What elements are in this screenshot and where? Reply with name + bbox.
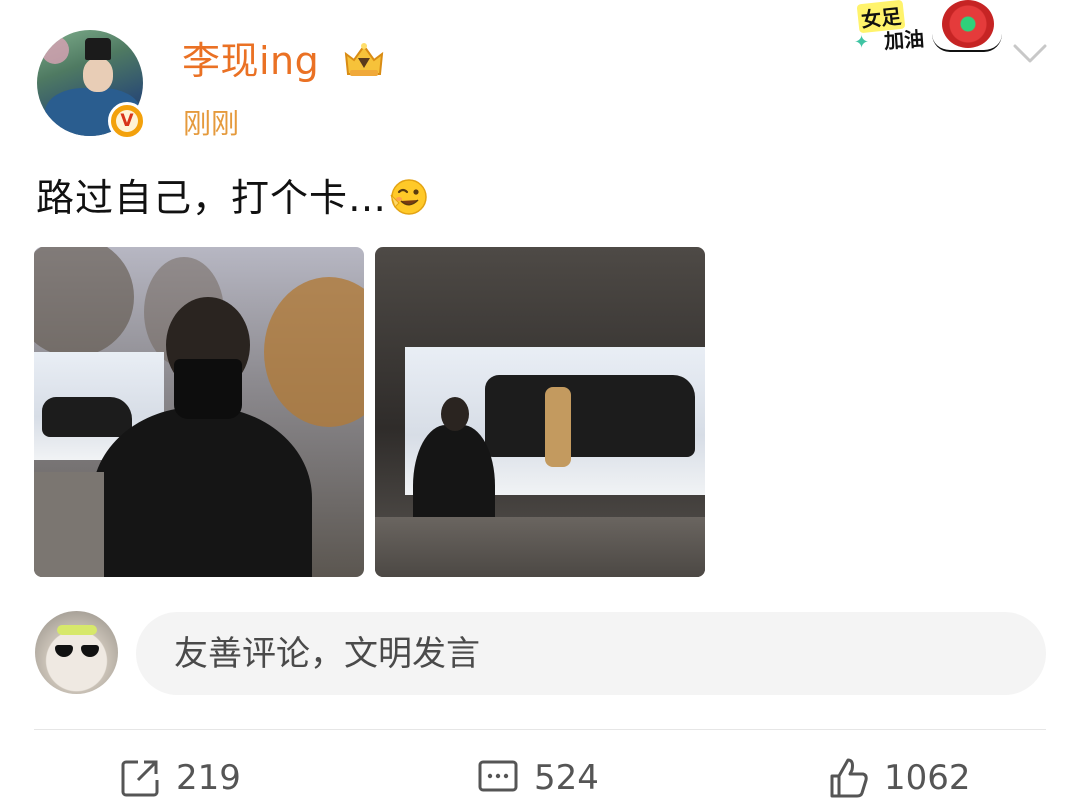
commenter-avatar-sunglasses	[55, 645, 99, 657]
sticker-star-icon: ✦	[854, 32, 870, 53]
repost-count: 219	[176, 758, 241, 798]
action-divider	[34, 729, 1046, 730]
photo1-ground	[34, 472, 104, 577]
photo1-tree-right	[264, 277, 364, 427]
wink-emoji-icon	[390, 179, 427, 215]
avatar-blossom	[41, 36, 69, 64]
photo2-seated-figure	[545, 387, 571, 467]
verified-v-icon: V	[108, 102, 146, 140]
comment-input[interactable]	[136, 612, 1046, 695]
photo1-person-body	[92, 407, 312, 577]
like-button[interactable]: 1062	[826, 756, 971, 800]
commenter-avatar-crown	[57, 625, 97, 635]
photo1-car	[42, 397, 132, 437]
photo2-ground	[375, 517, 705, 577]
womens-football-sticker: 女足 加油 ✦	[842, 0, 1008, 56]
post-text: 路过自己，打个卡…	[36, 174, 429, 222]
comment-button[interactable]: 524	[476, 756, 599, 800]
like-icon	[830, 758, 868, 798]
repost-icon	[121, 760, 159, 797]
comment-count: 524	[534, 758, 599, 798]
avatar-hat	[85, 38, 111, 60]
avatar-face	[83, 58, 113, 92]
post-image-1[interactable]	[34, 247, 364, 577]
commenter-avatar[interactable]	[35, 611, 118, 694]
photo2-person-head	[441, 397, 469, 431]
photo1-face-mask	[174, 359, 242, 419]
post-timestamp: 刚刚	[183, 107, 240, 140]
author-username[interactable]: 李现ing	[182, 38, 319, 84]
photo1-tree-left	[34, 247, 134, 357]
photo2-car	[485, 375, 695, 457]
post-text-content: 路过自己，打个卡…	[36, 176, 388, 220]
crown-badge-icon[interactable]	[340, 40, 388, 80]
like-count: 1062	[884, 758, 971, 798]
chevron-down-icon[interactable]	[1012, 42, 1048, 66]
post-image-2[interactable]	[375, 247, 705, 577]
sticker-swirl	[932, 34, 1002, 52]
comment-icon	[478, 760, 518, 792]
sticker-line2: 加油	[883, 26, 925, 54]
repost-button[interactable]: 219	[118, 756, 241, 800]
